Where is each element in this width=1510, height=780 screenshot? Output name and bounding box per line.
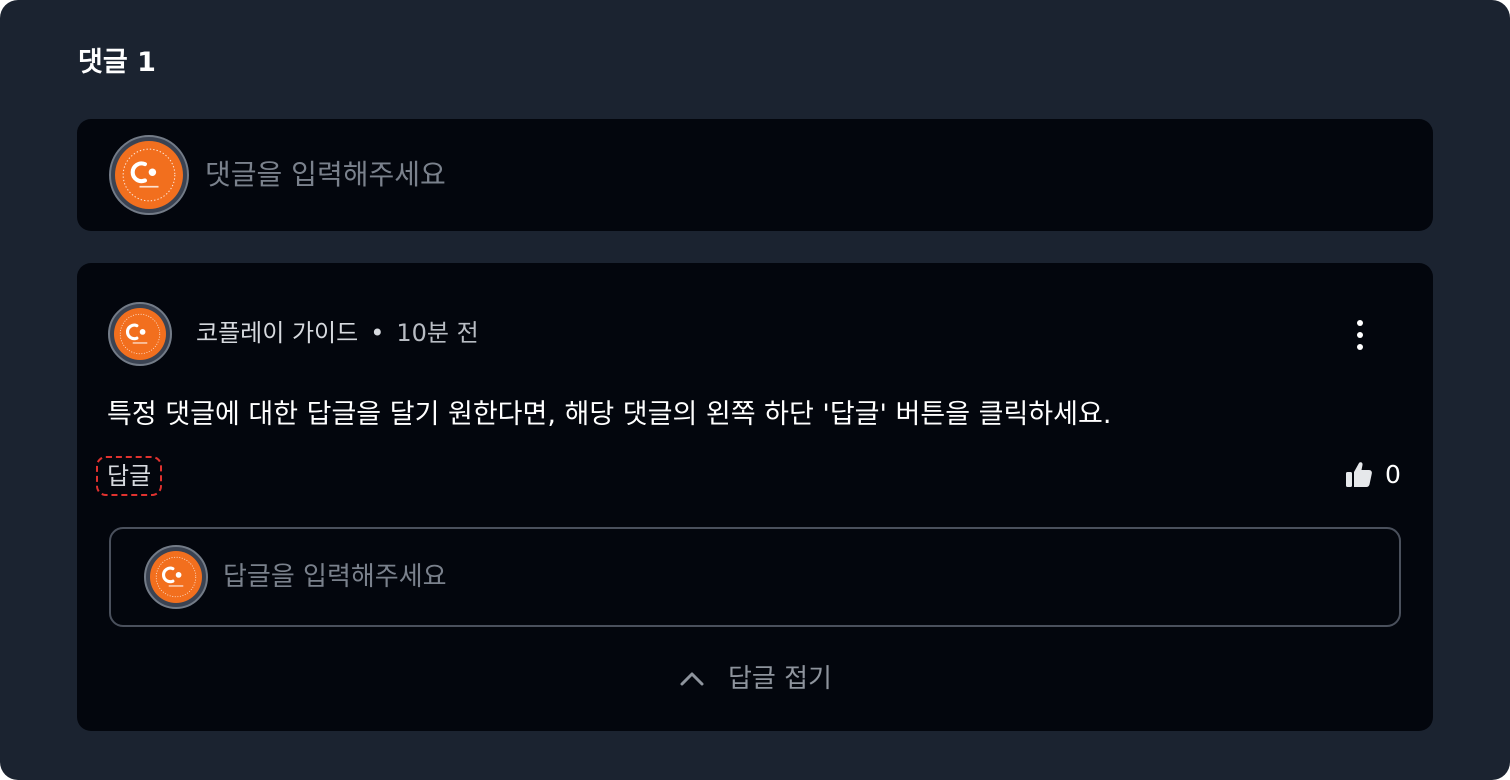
collapse-replies-button[interactable]: 답글 접기 [77,659,1433,699]
comment-compose-box[interactable]: 댓글을 입력해주세요 [77,119,1433,231]
comments-panel: 댓글 1 댓글을 입력해주세요 코플레이 가이드 • 10분 전 특정 댓글에 … [0,0,1510,780]
meta-separator: • [370,319,385,347]
comment-input-placeholder[interactable]: 댓글을 입력해주세요 [205,155,446,195]
collapse-replies-label: 답글 접기 [728,664,832,694]
more-vertical-icon-dot [1357,344,1363,350]
comment-card: 코플레이 가이드 • 10분 전 특정 댓글에 대한 답글을 달기 원한다면, 해당… [77,263,1433,731]
user-avatar [144,545,208,609]
comment-text: 특정 댓글에 대한 답글을 달기 원한다면, 해당 댓글의 왼쪽 하단 '답글'… [107,399,1112,430]
like-count: 0 [1385,460,1401,489]
comment-timestamp: 10분 전 [396,319,479,347]
more-vertical-icon-dot [1357,320,1363,326]
coplay-logo-icon [115,141,183,209]
reply-input-placeholder[interactable]: 답글을 입력해주세요 [223,557,447,597]
author-name[interactable]: 코플레이 가이드 [196,319,358,347]
comments-count-title: 댓글 1 [78,47,156,78]
coplay-logo-icon [114,308,166,360]
comment-meta: 코플레이 가이드 • 10분 전 [196,315,479,351]
more-options-button[interactable] [1345,315,1375,355]
author-avatar[interactable] [108,302,172,366]
reply-button[interactable]: 답글 [96,456,163,496]
more-vertical-icon-dot [1357,332,1363,338]
coplay-logo-icon [150,551,202,603]
like-button[interactable]: 0 [1343,455,1401,495]
chevron-up-icon [680,672,704,686]
thumbs-up-icon [1346,462,1372,487]
reply-compose-box[interactable]: 답글을 입력해주세요 [109,527,1401,627]
user-avatar [109,135,189,215]
